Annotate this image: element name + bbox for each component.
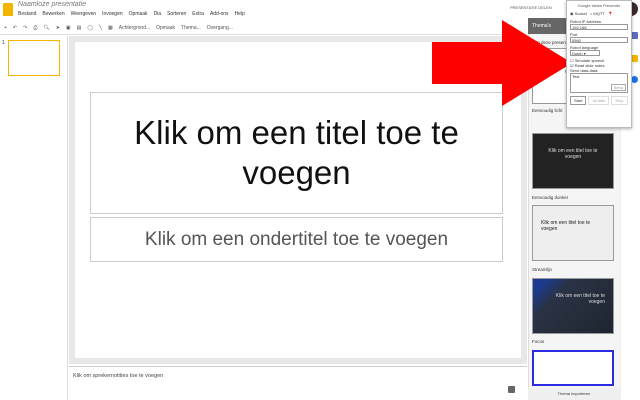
port-input[interactable]: 5560	[570, 37, 628, 43]
presenter-popup: Google slides Presenter ◉ Socket ○ MQTT …	[566, 0, 632, 128]
keep-icon[interactable]	[631, 55, 638, 62]
theme-label: Streamlijn	[532, 267, 553, 272]
radio-mqtt-label: MQTT	[593, 11, 605, 16]
theme-preview-text: Klik om een titel toe te voegen	[555, 293, 605, 305]
menu-bewerken[interactable]: Bewerken	[42, 11, 64, 17]
undo-icon[interactable]: ↶	[13, 25, 17, 31]
share-button[interactable]: PRESENTATIE DELEN	[500, 0, 566, 16]
send-text: Test	[572, 74, 580, 79]
radio-socket[interactable]: ◉ Socket	[570, 11, 587, 16]
redo-icon[interactable]: ↷	[23, 25, 27, 31]
theme-preview-text: Klik om een titel toe te voegen	[548, 148, 598, 160]
explore-icon[interactable]	[508, 386, 515, 393]
send-button[interactable]: Send	[610, 84, 626, 91]
theme-preview-text: Klik om een titel toe te voegen	[541, 220, 591, 232]
slides-logo[interactable]	[3, 3, 13, 16]
menu-help[interactable]: Help	[235, 11, 245, 17]
layout-button[interactable]: Opmaak	[156, 25, 175, 31]
menu-dia[interactable]: Dia	[154, 11, 162, 17]
radio-socket-label: Socket	[574, 11, 587, 16]
document-title[interactable]: Naamloze presentatie	[18, 1, 86, 8]
theme-label: Eenvoudig licht	[532, 108, 563, 113]
select-icon[interactable]: ➤	[56, 25, 60, 31]
zoom-icon[interactable]: 🔍︎	[43, 25, 49, 31]
speaker-notes[interactable]: Klik om sprekernotities toe te voegen	[69, 366, 527, 390]
menu-bar: Bestand Bewerken Weergeven Invoegen Opma…	[18, 11, 245, 17]
shape-icon[interactable]: ◯	[87, 25, 93, 31]
theme-streamline[interactable]: Klik om een titel toe te voegen	[532, 205, 614, 261]
ip-input[interactable]: 192.168.	[570, 24, 628, 30]
transition-button[interactable]: Overgang...	[207, 25, 233, 31]
background-button[interactable]: Achtergrond...	[119, 25, 150, 31]
language-value: Dutch	[572, 51, 583, 56]
send-textarea[interactable]: Test Send	[570, 73, 628, 93]
language-select[interactable]: Dutch ▾	[570, 50, 600, 56]
menu-addons[interactable]: Add-ons	[210, 11, 229, 17]
subtitle-placeholder[interactable]: Klik om een ondertitel toe te voegen	[90, 217, 503, 262]
comment-icon[interactable]: ▦	[108, 25, 113, 31]
import-theme-button[interactable]: Thema importeren	[528, 388, 620, 400]
calendar-icon[interactable]	[631, 32, 638, 39]
textbox-icon[interactable]: ▣	[66, 25, 71, 31]
theme-focus[interactable]: Klik om een titel toe te voegen	[532, 278, 614, 334]
red-arrow	[432, 20, 572, 106]
slide-thumbnail[interactable]	[8, 40, 60, 76]
image-icon[interactable]: ▤	[77, 25, 82, 31]
menu-bestand[interactable]: Bestand	[18, 11, 36, 17]
add-icon[interactable]: +	[4, 25, 7, 31]
theme-button[interactable]: Thema...	[181, 25, 201, 31]
title-placeholder[interactable]: Klik om een titel toe te voegen	[90, 92, 503, 214]
radio-mqtt[interactable]: ○ MQTT	[590, 11, 605, 16]
start-button[interactable]: Start	[570, 96, 587, 105]
menu-extra[interactable]: Extra	[192, 11, 204, 17]
theme-next[interactable]	[532, 350, 614, 386]
theme-label: Focus	[532, 339, 545, 344]
menu-weergeven[interactable]: Weergeven	[71, 11, 96, 17]
stop-button[interactable]: Stop	[611, 96, 628, 105]
filmstrip	[0, 36, 68, 400]
menu-sorteren[interactable]: Sorteren	[167, 11, 186, 17]
pin-icon[interactable]: 📍︎	[608, 11, 613, 16]
menu-invoegen[interactable]: Invoegen	[102, 11, 123, 17]
slide-number: 1	[2, 40, 5, 46]
menu-opmaak[interactable]: Opmaak	[129, 11, 148, 17]
theme-label: Eenvoudig donker	[532, 195, 569, 200]
update-button[interactable]: Update	[588, 96, 610, 105]
tasks-icon[interactable]	[631, 76, 638, 83]
print-icon[interactable]: ⎙	[33, 25, 37, 31]
popup-title: Google slides Presenter	[577, 3, 621, 8]
line-icon[interactable]: ╲	[99, 25, 102, 31]
theme-simple-dark[interactable]: Klik om een titel toe te voegen	[532, 133, 614, 189]
